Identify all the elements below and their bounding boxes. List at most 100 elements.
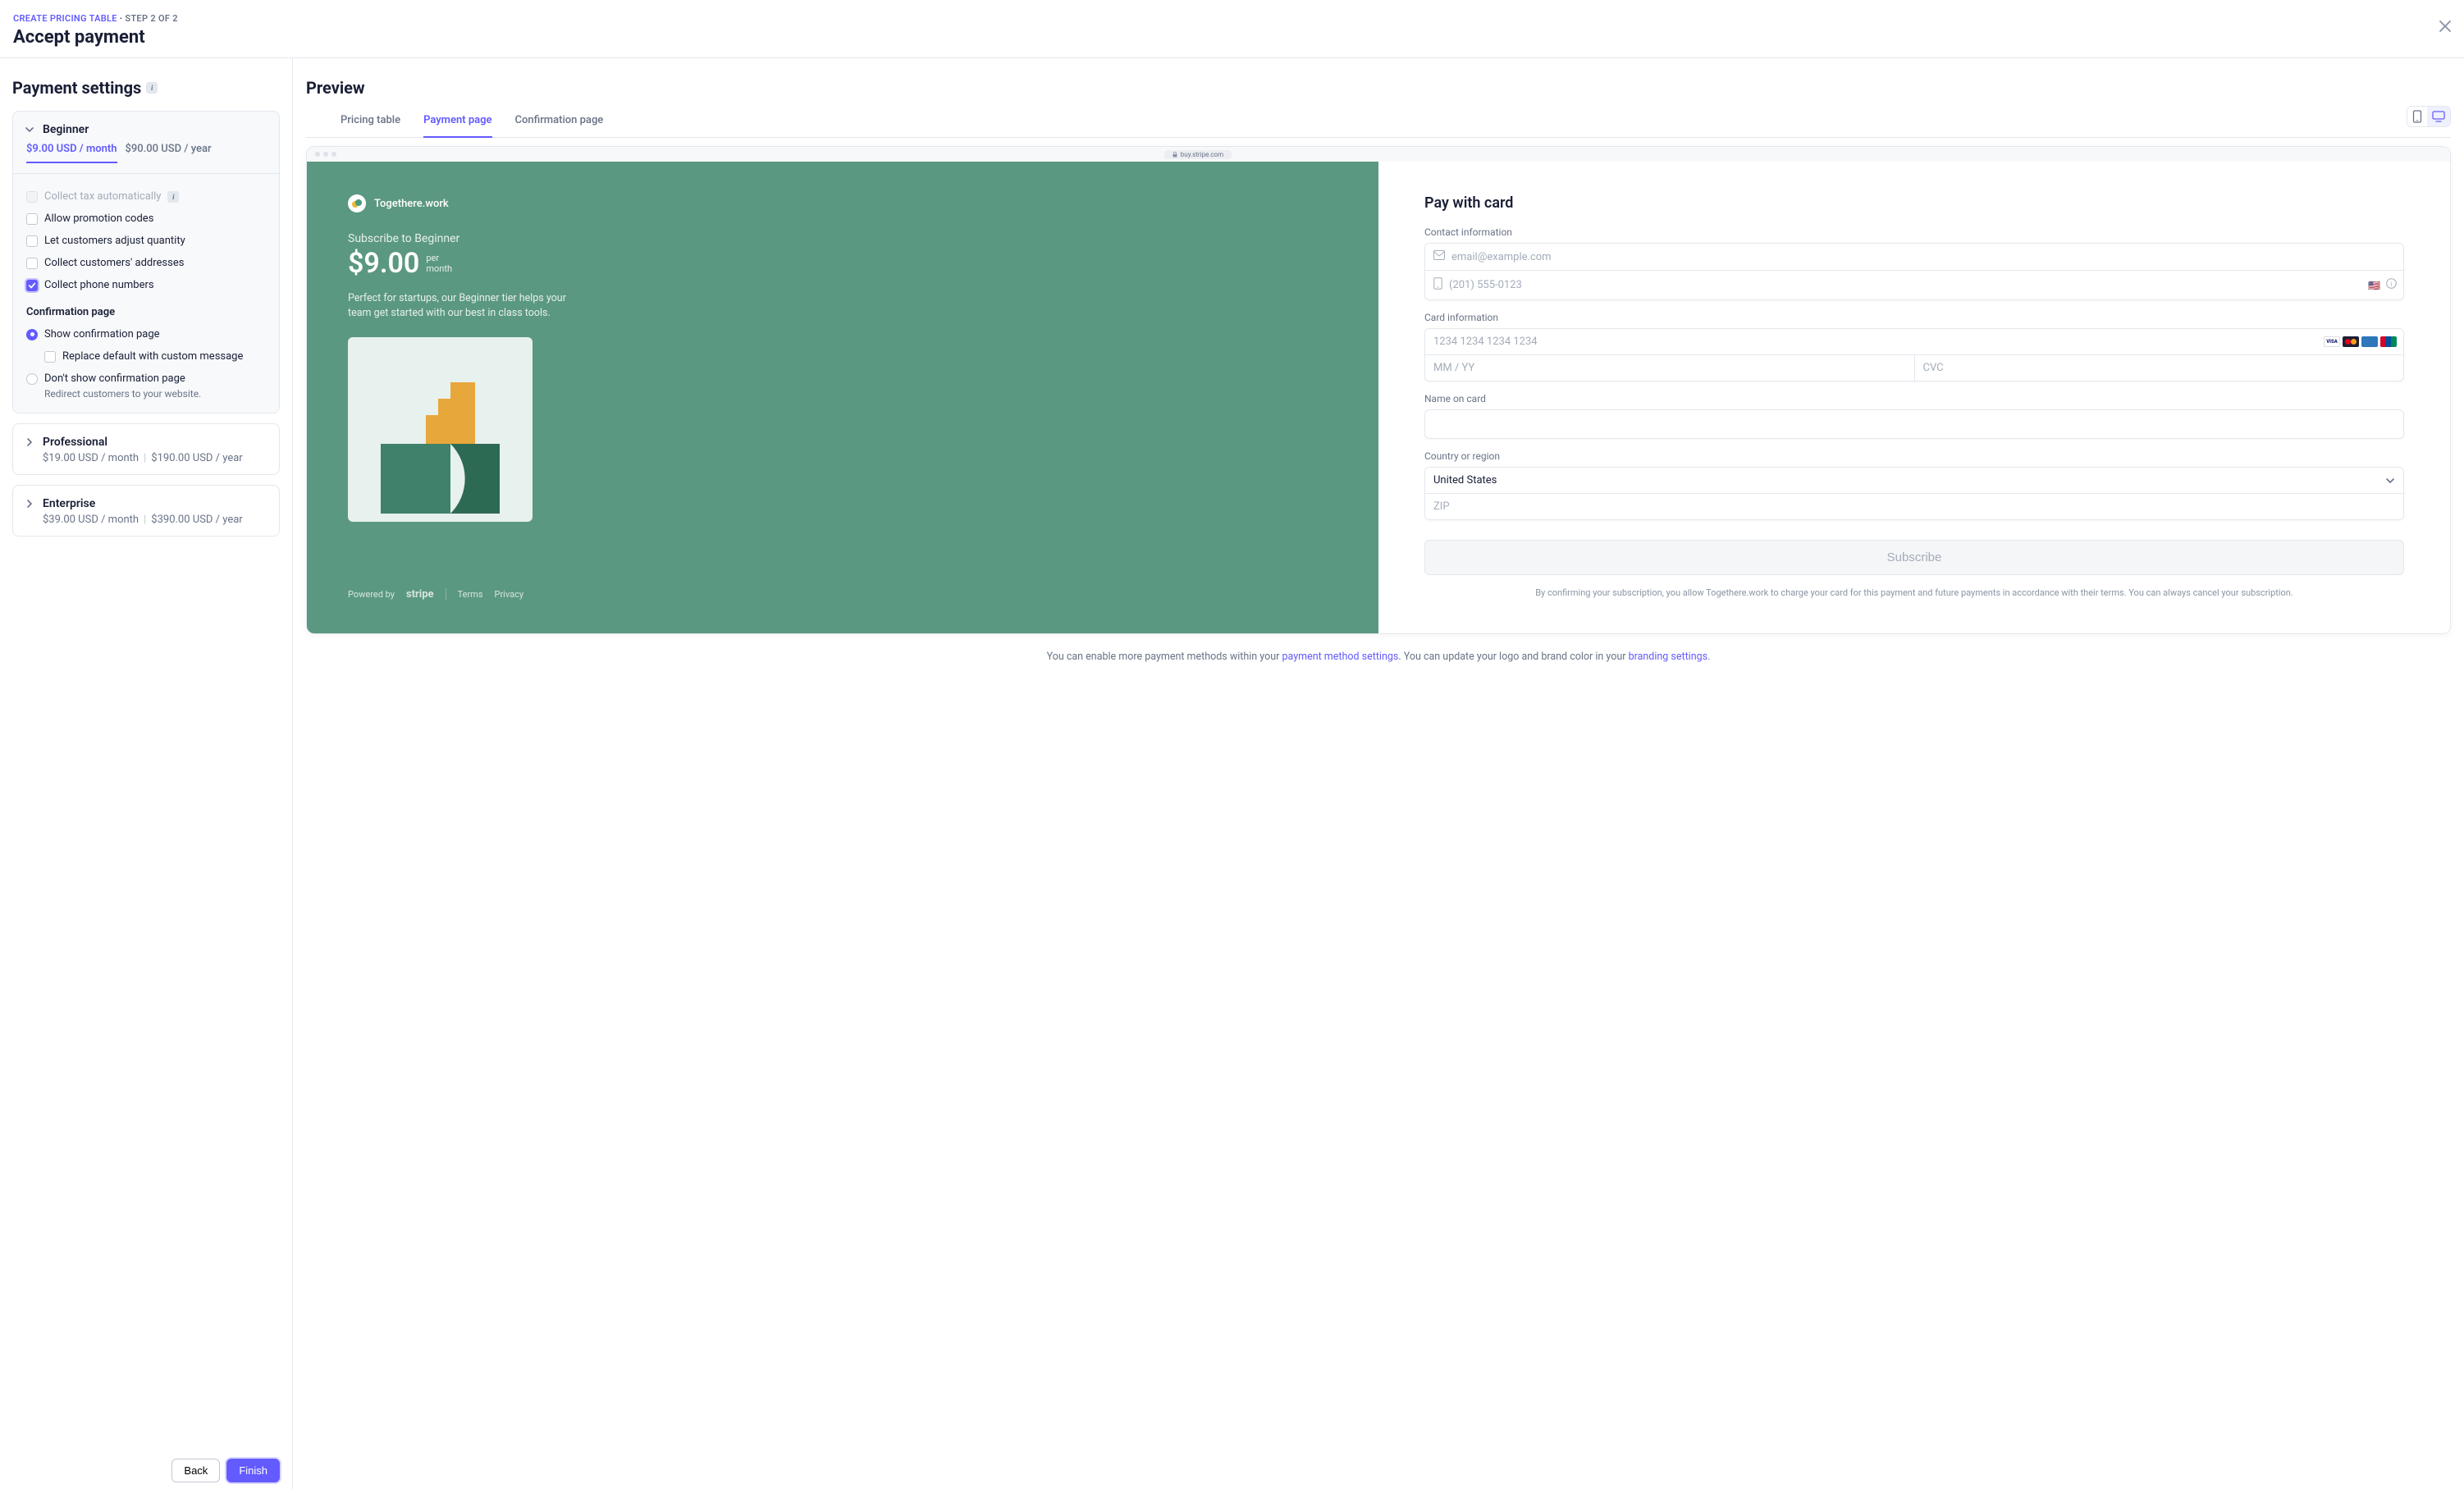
browser-bar: buy.stripe.com <box>307 147 2450 162</box>
info-icon[interactable]: i <box>2386 278 2397 292</box>
card-number-input[interactable]: 1234 1234 1234 1234 VISA <box>1425 329 2403 355</box>
check-phone-label: Collect phone numbers <box>44 279 154 291</box>
plan-header-beginner[interactable]: Beginner $9.00 USD / month $90.00 USD / … <box>13 112 279 173</box>
check-replace-message[interactable]: Replace default with custom message <box>44 345 266 368</box>
browser-url-text: buy.stripe.com <box>1181 151 1223 158</box>
price-interval: per month <box>426 253 452 274</box>
branding-settings-link[interactable]: branding settings <box>1629 651 1708 663</box>
breadcrumb-link[interactable]: CREATE PRICING TABLE <box>13 13 117 24</box>
footer-note-p1: You can enable more payment methods with… <box>1047 651 1282 663</box>
footer-actions: Back Finish <box>12 1446 280 1482</box>
plan-header-enterprise[interactable]: Enterprise $39.00 USD / month|$390.00 US… <box>13 486 279 536</box>
radio-show[interactable] <box>26 329 38 340</box>
price-yearly: $390.00 USD / year <box>151 514 242 526</box>
terms-link[interactable]: Terms <box>458 589 483 600</box>
powered-row: Powered by stripe Terms Privacy <box>348 588 1337 601</box>
country-input-group: United States ZIP <box>1424 467 2404 520</box>
close-button[interactable] <box>2439 18 2451 37</box>
check-promo[interactable]: Allow promotion codes <box>26 208 266 230</box>
svg-text:i: i <box>2390 281 2392 288</box>
check-addresses[interactable]: Collect customers' addresses <box>26 252 266 274</box>
traffic-lights <box>315 152 336 157</box>
flag-us-icon[interactable]: 🇺🇸 <box>2368 280 2380 291</box>
checkout-left: Togethere.work Subscribe to Beginner $9.… <box>307 162 1378 633</box>
chevron-down-icon <box>2385 476 2395 486</box>
contact-input-group: email@example.com (201) 555-0123 🇺🇸 i <box>1424 243 2404 300</box>
terms-text: By confirming your subscription, you all… <box>1424 587 2404 601</box>
payment-method-settings-link[interactable]: payment method settings <box>1282 651 1398 663</box>
price-display: $9.00 per month <box>348 247 1337 280</box>
privacy-link[interactable]: Privacy <box>495 589 524 600</box>
card-input-group: 1234 1234 1234 1234 VISA MM / YY CVC <box>1424 328 2404 381</box>
check-quantity[interactable]: Let customers adjust quantity <box>26 230 266 252</box>
check-replace-label: Replace default with custom message <box>62 350 243 363</box>
checkout-right: Pay with card Contact information email@… <box>1378 162 2450 633</box>
chevron-down-icon <box>25 125 34 135</box>
tab-confirmation-page[interactable]: Confirmation page <box>515 107 604 137</box>
radio-show-confirmation[interactable]: Show confirmation page <box>26 323 266 345</box>
preview-panel: Preview Pricing table Payment page Confi… <box>293 58 2464 1489</box>
browser-url: buy.stripe.com <box>1164 150 1232 159</box>
tab-pricing-table[interactable]: Pricing table <box>341 107 400 137</box>
price-monthly: $19.00 USD / month <box>43 452 139 464</box>
pay-title: Pay with card <box>1424 194 2404 212</box>
tab-payment-page[interactable]: Payment page <box>423 107 491 138</box>
check-phone[interactable]: Collect phone numbers <box>26 274 266 296</box>
cvc-input[interactable]: CVC <box>1915 355 2404 381</box>
name-label: Name on card <box>1424 393 2404 404</box>
page-header: CREATE PRICING TABLE · STEP 2 OF 2 Accep… <box>0 0 2464 58</box>
phone-input[interactable]: (201) 555-0123 🇺🇸 i <box>1425 271 2403 299</box>
amex-icon <box>2361 336 2378 347</box>
footer-note-p3: . <box>1707 651 1710 663</box>
radio-dont[interactable] <box>26 373 38 385</box>
price-tab-monthly[interactable]: $9.00 USD / month <box>26 143 117 163</box>
subscribe-button[interactable]: Subscribe <box>1424 540 2404 575</box>
price-tab-yearly[interactable]: $90.00 USD / year <box>126 143 212 163</box>
checkbox-promo[interactable] <box>26 213 38 225</box>
preview-tabs: Pricing table Payment page Confirmation … <box>306 107 2451 138</box>
merchant-row: Togethere.work <box>348 194 1337 212</box>
card-exp-cvc-row: MM / YY CVC <box>1425 355 2403 381</box>
radio-dont-show[interactable]: Don't show confirmation page <box>26 368 266 390</box>
plan-card-beginner: Beginner $9.00 USD / month $90.00 USD / … <box>12 111 280 413</box>
chevron-right-icon <box>25 437 34 447</box>
settings-heading-text: Payment settings <box>12 78 141 98</box>
merchant-name: Togethere.work <box>374 198 449 210</box>
radio-dont-helper: Redirect customers to your website. <box>44 388 266 400</box>
finish-button[interactable]: Finish <box>226 1459 280 1482</box>
checkbox-tax <box>26 191 38 203</box>
info-icon[interactable]: i <box>146 82 158 94</box>
expiry-input[interactable]: MM / YY <box>1425 355 1915 381</box>
device-desktop-button[interactable] <box>2427 107 2450 126</box>
plan-price-enterprise: $39.00 USD / month|$390.00 USD / year <box>43 514 266 526</box>
checkbox-addresses[interactable] <box>26 258 38 269</box>
back-button[interactable]: Back <box>171 1459 220 1482</box>
checkout-preview: Togethere.work Subscribe to Beginner $9.… <box>307 162 2450 633</box>
footer-note: You can enable more payment methods with… <box>306 651 2451 663</box>
name-input[interactable] <box>1425 410 2403 438</box>
lock-icon <box>1173 152 1177 158</box>
plan-header-professional[interactable]: Professional $19.00 USD / month|$190.00 … <box>13 424 279 474</box>
preview-heading: Preview <box>306 78 2451 98</box>
checkbox-replace[interactable] <box>44 351 56 363</box>
plan-card-enterprise[interactable]: Enterprise $39.00 USD / month|$390.00 US… <box>12 485 280 537</box>
email-input[interactable]: email@example.com <box>1425 244 2403 271</box>
product-image <box>348 337 533 522</box>
checkbox-quantity[interactable] <box>26 235 38 247</box>
zip-input[interactable]: ZIP <box>1425 494 2403 519</box>
price-monthly: $39.00 USD / month <box>43 514 139 526</box>
plan-card-professional[interactable]: Professional $19.00 USD / month|$190.00 … <box>12 423 280 475</box>
confirmation-subheading: Confirmation page <box>26 306 266 318</box>
radio-show-label: Show confirmation page <box>44 328 160 340</box>
plan-description: Perfect for startups, our Beginner tier … <box>348 291 578 321</box>
country-select[interactable]: United States <box>1425 468 2403 494</box>
price-yearly: $190.00 USD / year <box>151 452 242 464</box>
device-mobile-button[interactable] <box>2407 107 2427 126</box>
phone-icon <box>1433 277 1442 293</box>
email-placeholder: email@example.com <box>1451 251 2395 263</box>
page-title: Accept payment <box>13 27 2451 48</box>
zip-placeholder: ZIP <box>1433 500 2395 513</box>
contact-label: Contact information <box>1424 226 2404 238</box>
info-icon[interactable]: i <box>167 191 179 203</box>
checkbox-phone[interactable] <box>26 280 38 291</box>
